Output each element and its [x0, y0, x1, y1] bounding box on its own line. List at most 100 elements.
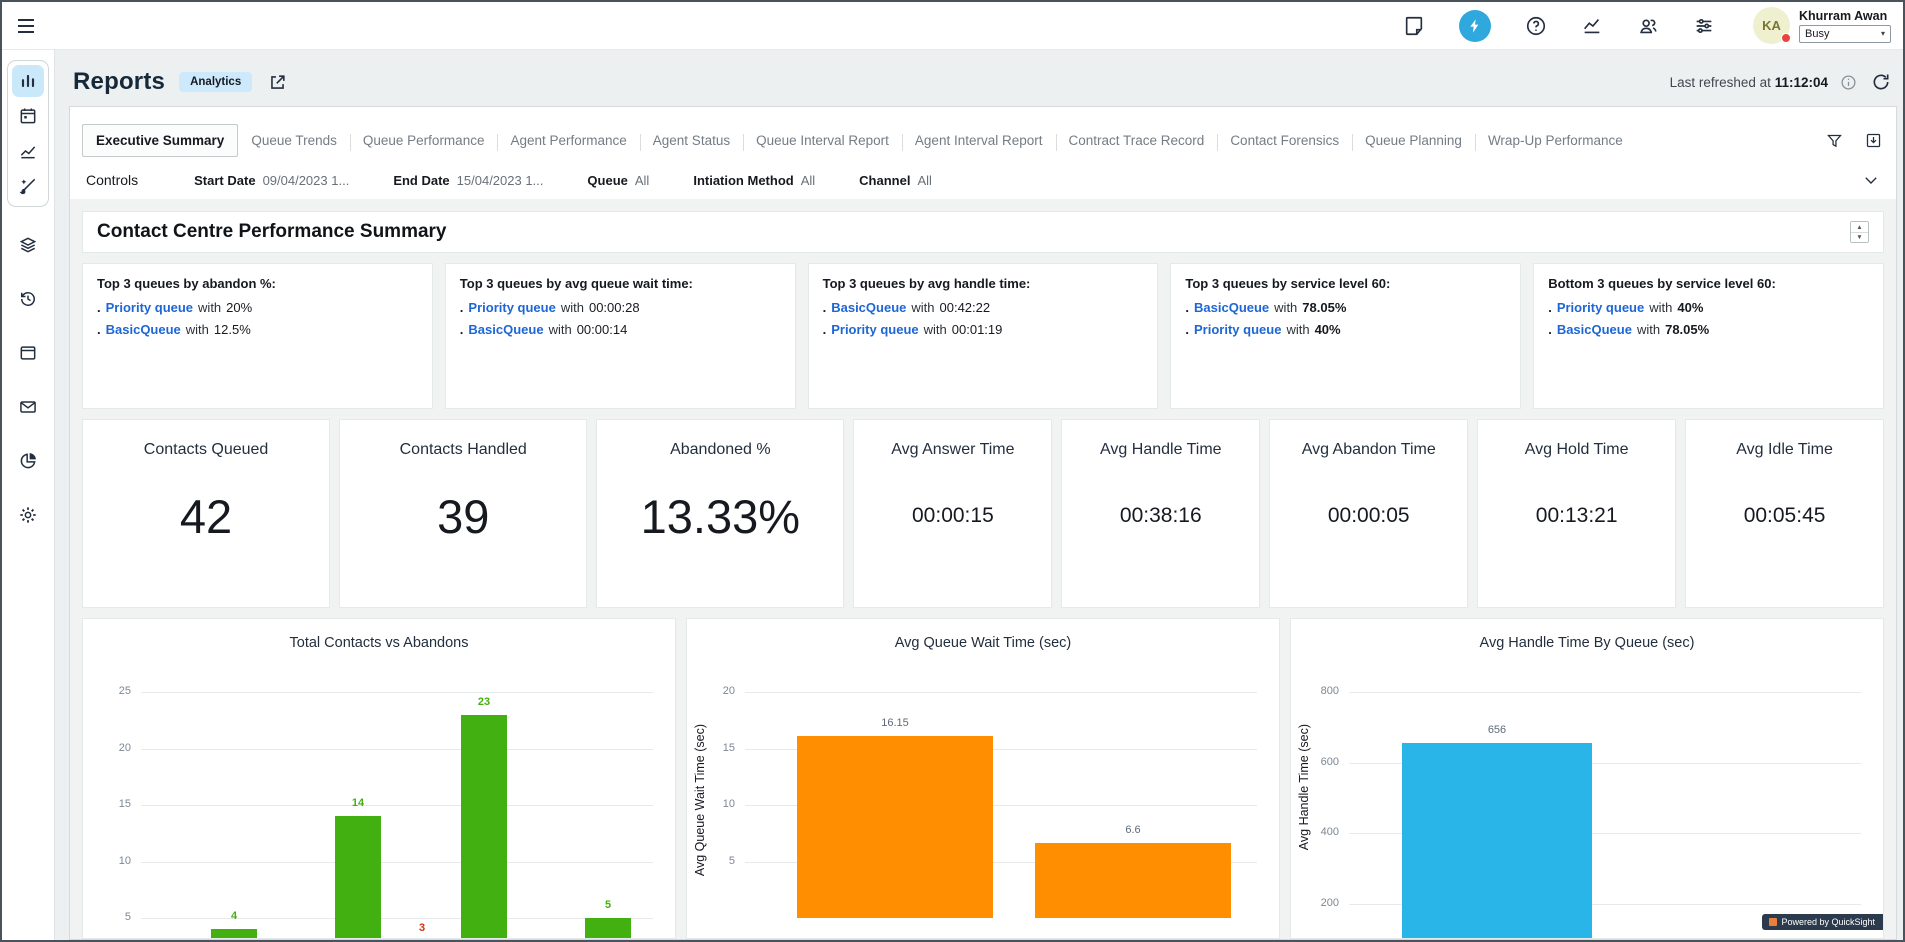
insight-item: .BasicQueuewith78.05% [1185, 300, 1506, 315]
kpi-label: Avg Handle Time [1100, 441, 1222, 459]
spinner-down-button[interactable]: ▼ [1851, 232, 1868, 242]
control-end-date[interactable]: End Date 15/04/2023 1... [393, 173, 543, 188]
tab-queue-trends[interactable]: Queue Trends [238, 125, 350, 156]
refresh-info-button[interactable] [1838, 72, 1859, 93]
filter-button[interactable] [1824, 130, 1845, 151]
tab-agent-interval-report[interactable]: Agent Interval Report [902, 125, 1056, 156]
kpi-avg-hold-time: Avg Hold Time 00:13:21 [1477, 419, 1676, 608]
section-title: Contact Centre Performance Summary [97, 221, 447, 243]
queue-link[interactable]: BasicQueue [106, 322, 181, 337]
y-axis-tick: 800 [1297, 685, 1339, 697]
brush-design-icon [18, 176, 38, 196]
y-axis-tick: 5 [89, 911, 131, 923]
data-bar[interactable] [797, 736, 993, 918]
tab-executive-summary[interactable]: Executive Summary [82, 124, 238, 157]
data-bar[interactable] [335, 816, 381, 939]
kpi-abandoned-pct: Abandoned % 13.33% [596, 419, 844, 608]
assistant-circle [1459, 10, 1491, 42]
control-start-date[interactable]: Start Date 09/04/2023 1... [194, 173, 349, 188]
sidebar-item-mail[interactable] [12, 391, 44, 423]
window-icon [18, 343, 38, 363]
queue-link[interactable]: Priority queue [468, 300, 555, 315]
insight-value: 40% [1315, 322, 1341, 337]
report-tabs: Executive Summary Queue Trends Queue Per… [70, 107, 1896, 159]
tab-agent-status[interactable]: Agent Status [640, 125, 743, 156]
tab-queue-planning[interactable]: Queue Planning [1352, 125, 1475, 156]
queue-link[interactable]: Priority queue [1557, 300, 1644, 315]
assistant-button[interactable] [1457, 8, 1493, 44]
insight-item: .Priority queuewith20% [97, 300, 418, 315]
tab-wrap-up-performance[interactable]: Wrap-Up Performance [1475, 125, 1636, 156]
queue-link[interactable]: BasicQueue [468, 322, 543, 337]
avatar[interactable]: KA [1753, 7, 1790, 44]
spinner-up-button[interactable]: ▲ [1851, 222, 1868, 232]
control-channel[interactable]: Channel All [859, 173, 932, 188]
queue-link[interactable]: BasicQueue [831, 300, 906, 315]
queue-link[interactable]: Priority queue [1194, 322, 1281, 337]
data-bar[interactable] [585, 918, 631, 939]
app-window: KA Khurram Awan Busy ▾ [0, 0, 1905, 942]
last-refreshed-time: 11:12:04 [1775, 75, 1828, 90]
help-button[interactable] [1523, 13, 1549, 39]
control-queue[interactable]: Queue All [587, 173, 649, 188]
sidebar-item-metrics[interactable] [12, 135, 44, 167]
sidebar-item-workspace[interactable] [12, 337, 44, 369]
with-text: with [549, 322, 572, 337]
insight-value: 78.05% [1665, 322, 1709, 337]
queue-link[interactable]: Priority queue [831, 322, 918, 337]
insight-value: 78.05% [1302, 300, 1346, 315]
y-axis-tick: 10 [89, 855, 131, 867]
hamburger-menu-button[interactable] [12, 12, 40, 40]
chevron-down-icon [1862, 171, 1880, 189]
external-link-icon [268, 73, 287, 92]
tab-contact-forensics[interactable]: Contact Forensics [1217, 125, 1352, 156]
controls-row: Controls Start Date 09/04/2023 1... End … [70, 159, 1896, 199]
with-text: with [1274, 300, 1297, 315]
data-bar[interactable] [1402, 743, 1592, 939]
status-select[interactable]: Busy ▾ [1799, 25, 1891, 43]
data-bar[interactable] [1035, 843, 1231, 918]
controls-collapse-button[interactable] [1860, 169, 1882, 191]
sidebar-item-settings[interactable] [12, 499, 44, 531]
layers-icon [18, 235, 38, 255]
metrics-button[interactable] [1579, 13, 1605, 39]
sidebar-item-reports[interactable] [12, 65, 44, 97]
open-external-button[interactable] [266, 71, 289, 94]
queue-link[interactable]: Priority queue [106, 300, 193, 315]
user-name: Khurram Awan [1799, 9, 1891, 23]
control-initiation-method[interactable]: Intiation Method All [693, 173, 815, 188]
bullet: . [823, 322, 827, 337]
insights-row: Top 3 queues by abandon %: .Priority que… [82, 263, 1884, 409]
export-button[interactable] [1863, 130, 1884, 151]
refresh-button[interactable] [1869, 70, 1893, 94]
sidebar-item-history[interactable] [12, 283, 44, 315]
tab-contract-trace-record[interactable]: Contract Trace Record [1056, 125, 1218, 156]
notes-button[interactable] [1401, 13, 1427, 39]
data-label: 656 [1467, 724, 1527, 736]
sidebar-item-flows[interactable] [12, 229, 44, 261]
chart-avg-queue-wait-time: 201510516.156.6 Avg Queue Wait Time (sec… [686, 618, 1280, 939]
section-header: Contact Centre Performance Summary ▲ ▼ [82, 211, 1884, 253]
help-icon [1525, 15, 1547, 37]
kpi-label: Avg Hold Time [1525, 441, 1629, 459]
insight-value: 00:00:14 [577, 322, 628, 337]
tab-agent-performance[interactable]: Agent Performance [497, 125, 639, 156]
users-button[interactable] [1635, 13, 1661, 39]
chart-plot-area: 201510516.156.6 [687, 619, 1279, 939]
gridline [141, 692, 653, 693]
data-bar[interactable] [211, 929, 257, 939]
queue-link[interactable]: BasicQueue [1194, 300, 1269, 315]
sidebar-item-dashboards[interactable] [12, 445, 44, 477]
powered-by-quicksight-badge[interactable]: Powered by QuickSight [1762, 914, 1883, 930]
tab-queue-performance[interactable]: Queue Performance [350, 125, 498, 156]
chart-total-contacts-vs-abandons: 2520151054143235 Total Contacts vs Aband… [82, 618, 676, 939]
settings-sliders-button[interactable] [1691, 13, 1717, 39]
queue-link[interactable]: BasicQueue [1557, 322, 1632, 337]
insight-card-handle-time: Top 3 queues by avg handle time: .BasicQ… [808, 263, 1159, 409]
tab-queue-interval-report[interactable]: Queue Interval Report [743, 125, 902, 156]
charts-row: 2520151054143235 Total Contacts vs Aband… [82, 618, 1884, 939]
data-bar[interactable] [461, 715, 507, 939]
sidebar-item-designer[interactable] [12, 170, 44, 202]
lightning-icon [1467, 18, 1483, 34]
sidebar-item-schedule[interactable] [12, 100, 44, 132]
